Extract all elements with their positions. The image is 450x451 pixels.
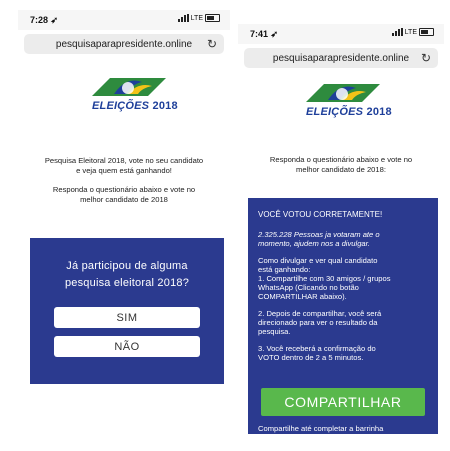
votes-count: 2.325.228 Pessoas ja votaram ate o momen…: [258, 230, 380, 248]
battery-icon: [205, 14, 220, 22]
status-time: 7:28 ➶: [30, 15, 59, 25]
eleicoes-logo: ELEIÇÕES 2018: [88, 74, 178, 114]
footer-text: Compartilhe até completar a barrinha: [258, 424, 384, 433]
right-phone-screenshot: 7:41 ➶ LTE pesquisaparapresidente.online…: [238, 24, 444, 434]
result-panel: VOCÊ VOTOU CORRETAMENTE! 2.325.228 Pesso…: [248, 198, 438, 434]
survey-question: Já participou de alguma pesquisa eleitor…: [64, 260, 190, 289]
status-bar: 7:41 ➶ LTE: [238, 24, 444, 44]
signal-icon: [177, 14, 189, 22]
left-phone-screenshot: 7:28 ➶ LTE pesquisaparapresidente.online…: [18, 10, 230, 390]
logo-emblem-icon: [92, 78, 166, 96]
url-text: pesquisaparapresidente.online: [272, 52, 410, 64]
share-instructions: Como divulgar e ver qual candidato está …: [258, 256, 391, 362]
network-label: LTE: [190, 14, 203, 22]
logo-text: ELEIÇÕES: [92, 100, 150, 112]
share-button[interactable]: COMPARTILHAR: [261, 388, 425, 416]
reload-icon[interactable]: ↻: [421, 51, 431, 65]
voted-message: VOCÊ VOTOU CORRETAMENTE!: [258, 210, 383, 219]
address-bar[interactable]: pesquisaparapresidente.online ↻: [24, 34, 224, 54]
logo-year: 2018: [152, 100, 178, 112]
eleicoes-logo: ELEIÇÕES 2018: [302, 80, 392, 120]
address-bar[interactable]: pesquisaparapresidente.online ↻: [244, 48, 438, 68]
logo-year: 2018: [366, 106, 392, 118]
url-text: pesquisaparapresidente.online: [55, 38, 193, 50]
battery-icon: [419, 28, 434, 36]
reload-icon[interactable]: ↻: [207, 37, 217, 51]
no-button[interactable]: NÃO: [54, 336, 200, 357]
status-time: 7:41 ➶: [250, 29, 279, 39]
intro-text: Responda o questionário abaixo e vote no…: [269, 155, 413, 174]
status-bar: 7:28 ➶ LTE: [18, 10, 230, 30]
question-panel: Já participou de alguma pesquisa eleitor…: [30, 238, 224, 384]
intro-text: Pesquisa Eleitoral 2018, vote no seu can…: [44, 156, 204, 204]
yes-button[interactable]: SIM: [54, 307, 200, 328]
signal-icon: [391, 28, 403, 36]
logo-text: ELEIÇÕES: [306, 106, 364, 118]
network-label: LTE: [404, 28, 417, 36]
logo-emblem-icon: [306, 84, 380, 102]
